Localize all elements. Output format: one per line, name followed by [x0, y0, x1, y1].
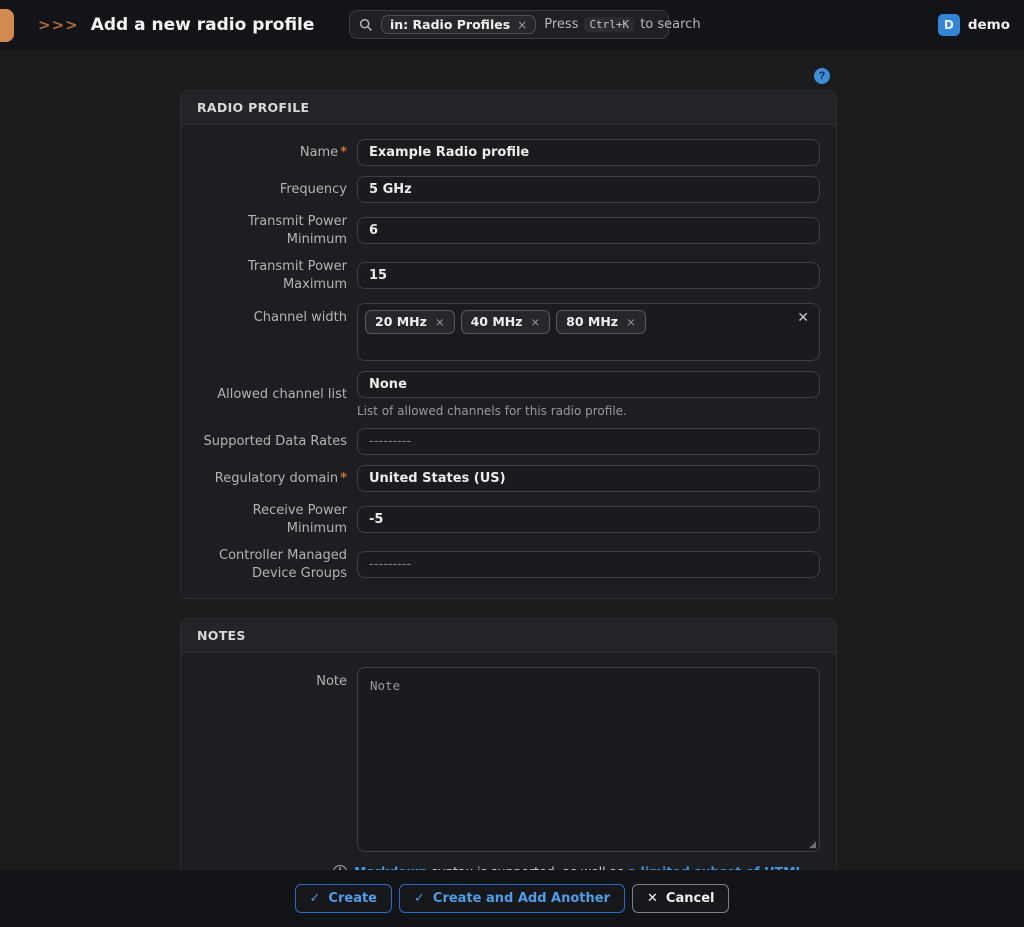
- clear-all-icon[interactable]: ✕: [797, 311, 809, 325]
- chip-label: 40 MHz: [471, 313, 523, 331]
- main-content: ? RADIO PROFILE Name* Frequency Transmit…: [0, 50, 1024, 917]
- rx-power-min-label: Receive Power Minimum: [197, 502, 347, 537]
- create-button[interactable]: ✓ Create: [295, 884, 392, 913]
- supported-data-rates-label: Supported Data Rates: [197, 433, 347, 451]
- field-row-regulatory-domain: Regulatory domain*: [197, 465, 820, 492]
- close-icon: ✕: [647, 891, 658, 906]
- controller-groups-select[interactable]: [357, 551, 820, 578]
- field-row-rx-power-min: Receive Power Minimum: [197, 502, 820, 537]
- tx-power-min-field[interactable]: [357, 217, 820, 244]
- field-row-name: Name*: [197, 139, 820, 166]
- check-icon: ✓: [310, 891, 321, 906]
- field-row-channel-width: Channel width 20 MHz × 40 MHz × 80 MHz ×…: [197, 303, 820, 361]
- create-and-add-another-label: Create and Add Another: [433, 891, 610, 906]
- create-button-label: Create: [328, 891, 377, 906]
- page-title: Add a new radio profile: [91, 15, 315, 35]
- field-row-note: Note ◢ i Markdown syntax is supported, a…: [197, 667, 820, 879]
- allowed-channel-list-label: Allowed channel list: [197, 386, 347, 404]
- tx-power-max-field[interactable]: [357, 262, 820, 289]
- frequency-label: Frequency: [197, 181, 347, 199]
- top-navbar: >>> Add a new radio profile in: Radio Pr…: [0, 0, 1024, 50]
- regulatory-domain-select[interactable]: [357, 465, 820, 492]
- field-row-allowed-channel-list: Allowed channel list List of allowed cha…: [197, 371, 820, 418]
- field-row-frequency: Frequency: [197, 176, 820, 203]
- app-logo[interactable]: [0, 9, 14, 42]
- name-field[interactable]: [357, 139, 820, 166]
- note-textarea[interactable]: [357, 667, 820, 852]
- required-asterisk: *: [340, 145, 347, 160]
- chip-remove-icon[interactable]: ×: [626, 314, 636, 330]
- notes-panel: NOTES Note ◢ i Markdown syntax is suppor…: [180, 618, 837, 896]
- username: demo: [968, 17, 1010, 33]
- search-hint-suffix: to search: [640, 17, 700, 32]
- search-filter-remove-icon[interactable]: ×: [517, 18, 527, 32]
- global-search-input[interactable]: in: Radio Profiles × Press Ctrl+K to sea…: [349, 10, 669, 39]
- chip-label: 20 MHz: [375, 313, 427, 331]
- search-hint-prefix: Press: [544, 17, 578, 32]
- notes-panel-title: NOTES: [181, 619, 836, 653]
- chip-remove-icon[interactable]: ×: [531, 314, 541, 330]
- cancel-button-label: Cancel: [666, 891, 715, 906]
- search-filter-chip: in: Radio Profiles ×: [381, 15, 536, 34]
- frequency-select[interactable]: [357, 176, 820, 203]
- channel-width-chip: 20 MHz ×: [365, 310, 455, 334]
- channel-width-label: Channel width: [197, 303, 347, 327]
- supported-data-rates-select[interactable]: [357, 428, 820, 455]
- search-icon: [359, 18, 373, 32]
- ctrl-k-kbd: Ctrl+K: [584, 17, 634, 32]
- regulatory-domain-label: Regulatory domain: [215, 471, 338, 486]
- radio-profile-panel: RADIO PROFILE Name* Frequency Transmit P…: [180, 90, 837, 599]
- check-icon: ✓: [414, 891, 425, 906]
- create-and-add-another-button[interactable]: ✓ Create and Add Another: [399, 884, 625, 913]
- channel-width-chip: 40 MHz ×: [461, 310, 551, 334]
- cancel-button[interactable]: ✕ Cancel: [632, 884, 729, 913]
- name-label: Name: [300, 145, 338, 160]
- required-asterisk: *: [340, 471, 347, 486]
- chip-remove-icon[interactable]: ×: [435, 314, 445, 330]
- field-row-supported-data-rates: Supported Data Rates: [197, 428, 820, 455]
- allowed-channel-list-field[interactable]: [357, 371, 820, 398]
- tx-power-max-label: Transmit Power Maximum: [197, 258, 347, 293]
- radio-profile-panel-title: RADIO PROFILE: [181, 91, 836, 125]
- channel-width-multiselect[interactable]: 20 MHz × 40 MHz × 80 MHz × ✕: [357, 303, 820, 361]
- help-icon[interactable]: ?: [814, 68, 830, 84]
- note-label: Note: [197, 667, 347, 691]
- chip-label: 80 MHz: [566, 313, 618, 331]
- user-menu[interactable]: D demo: [938, 0, 1010, 50]
- field-row-tx-power-max: Transmit Power Maximum: [197, 258, 820, 293]
- field-row-tx-power-min: Transmit Power Minimum: [197, 213, 820, 248]
- search-placeholder: Press Ctrl+K to search: [544, 17, 700, 32]
- channel-width-chip: 80 MHz ×: [556, 310, 646, 334]
- form-action-bar: ✓ Create ✓ Create and Add Another ✕ Canc…: [0, 870, 1024, 927]
- field-row-controller-groups: Controller Managed Device Groups: [197, 547, 820, 582]
- controller-groups-label: Controller Managed Device Groups: [197, 547, 347, 582]
- rx-power-min-field[interactable]: [357, 506, 820, 533]
- breadcrumb: >>>: [38, 16, 79, 34]
- search-filter-chip-label: in: Radio Profiles: [390, 17, 510, 32]
- tx-power-min-label: Transmit Power Minimum: [197, 213, 347, 248]
- allowed-channel-list-helper: List of allowed channels for this radio …: [357, 404, 820, 418]
- avatar: D: [938, 14, 960, 36]
